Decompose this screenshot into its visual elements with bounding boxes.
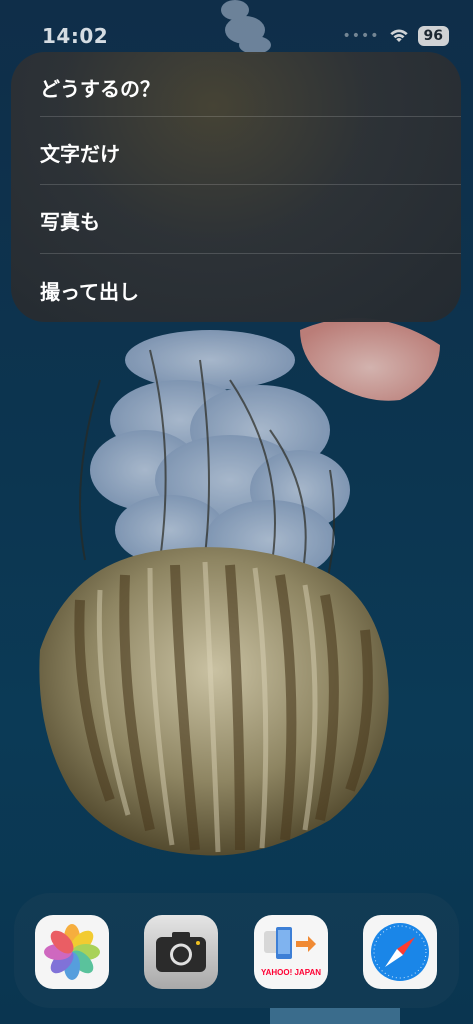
- signal-dots-icon: ••••: [342, 28, 380, 44]
- menu-item-text-only[interactable]: 文字だけ: [40, 118, 461, 186]
- menu-divider: [40, 184, 461, 185]
- safari-icon: [363, 915, 437, 989]
- action-menu: どうするの？ 文字だけ 写真も 撮って出し: [11, 52, 461, 322]
- menu-title: どうするの？: [40, 76, 160, 101]
- battery-badge: 96: [417, 26, 449, 46]
- menu-item-shoot-and-post[interactable]: 撮って出し: [40, 256, 461, 322]
- camera-icon: [144, 915, 218, 989]
- status-indicators: •••• 96: [342, 26, 449, 46]
- menu-item-with-photo[interactable]: 写真も: [40, 186, 461, 254]
- photos-app[interactable]: [35, 915, 109, 989]
- yahoo-japan-app[interactable]: YAHOO! JAPAN: [254, 915, 328, 989]
- yahoo-brand-text: YAHOO! JAPAN: [261, 968, 321, 977]
- safari-app[interactable]: [363, 915, 437, 989]
- wifi-icon: [389, 29, 408, 42]
- yahoo-japan-icon: YAHOO! JAPAN: [254, 915, 328, 989]
- menu-divider: [40, 253, 461, 254]
- photos-icon: [35, 915, 109, 989]
- camera-app[interactable]: [144, 915, 218, 989]
- menu-divider: [40, 116, 461, 117]
- dock: YAHOO! JAPAN: [14, 893, 459, 1008]
- status-time: 14:02: [42, 24, 109, 48]
